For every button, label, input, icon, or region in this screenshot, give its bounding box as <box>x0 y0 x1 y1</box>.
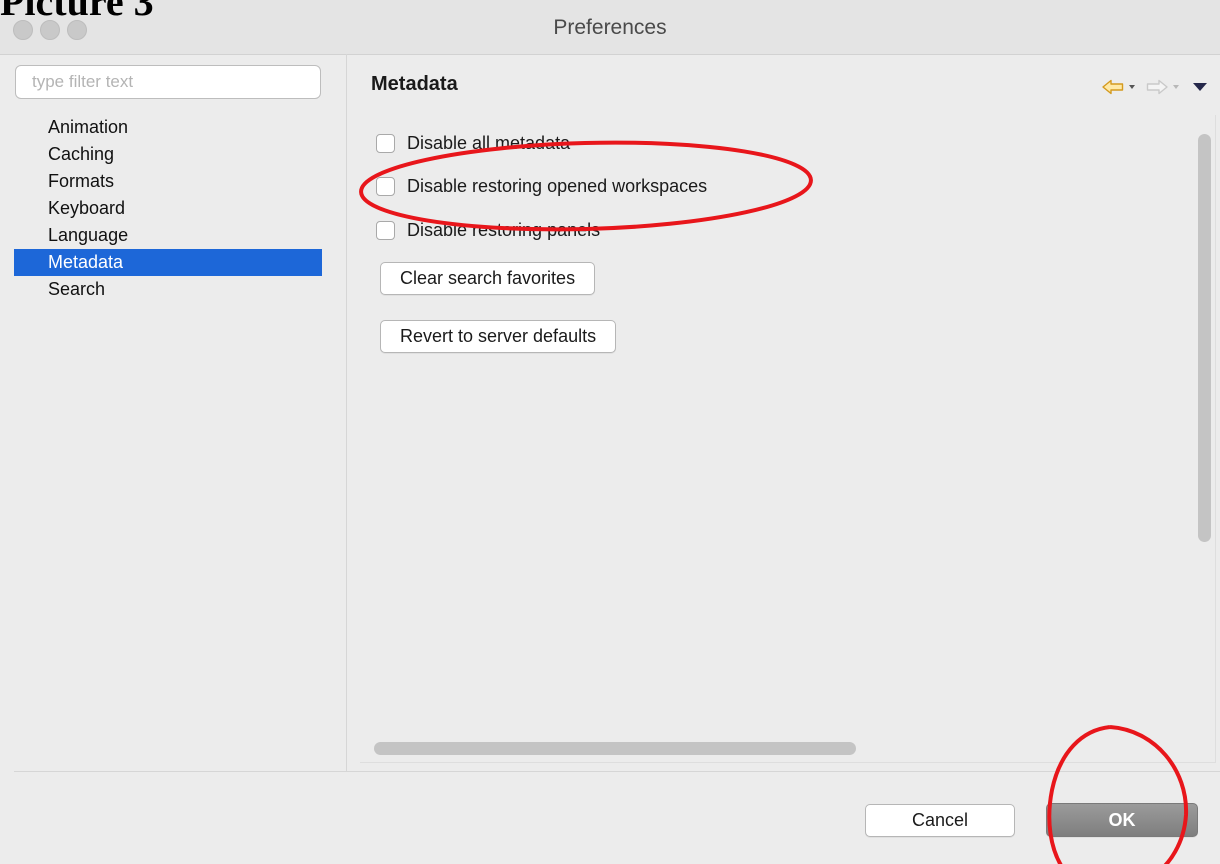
disable-restoring-workspaces-checkbox[interactable] <box>376 176 395 196</box>
option-disable-all-metadata[interactable]: Disable all metadata <box>376 131 570 155</box>
sidebar-item-metadata[interactable]: Metadata <box>14 249 322 276</box>
window-title: Preferences <box>553 16 667 39</box>
option-label: Disable all metadata <box>407 132 571 153</box>
history-toolbar <box>1102 74 1208 100</box>
sidebar-item-keyboard[interactable]: Keyboard <box>14 195 322 222</box>
revert-to-server-defaults-button[interactable]: Revert to server defaults <box>380 320 617 353</box>
sidebar-item-animation[interactable]: Animation <box>14 114 322 141</box>
view-menu-icon[interactable] <box>1192 81 1208 93</box>
horizontal-scrollbar[interactable] <box>370 740 1192 757</box>
pane-divider <box>346 54 347 772</box>
title-bar: Preferences <box>0 0 1220 55</box>
forward-arrow-icon[interactable] <box>1146 79 1168 95</box>
back-arrow-icon[interactable] <box>1102 79 1124 95</box>
picture-caption: Picture 3 <box>0 0 154 24</box>
disable-all-metadata-checkbox[interactable] <box>376 133 395 153</box>
sidebar-item-caching[interactable]: Caching <box>14 141 322 168</box>
forward-menu-icon[interactable] <box>1172 83 1180 91</box>
sidebar-item-formats[interactable]: Formats <box>14 168 322 195</box>
filter-input[interactable] <box>15 65 321 99</box>
option-disable-restoring-panels[interactable]: Disable restoring panels <box>376 218 600 242</box>
metadata-settings-panel <box>360 115 1216 763</box>
sidebar-item-search[interactable]: Search <box>14 276 322 303</box>
page-title: Metadata <box>371 73 458 95</box>
option-disable-restoring-workspaces[interactable]: Disable restoring opened workspaces <box>376 174 707 198</box>
vertical-scroll-thumb[interactable] <box>1198 134 1211 542</box>
vertical-scrollbar[interactable] <box>1195 128 1213 546</box>
preference-category-list: Animation Caching Formats Keyboard Langu… <box>14 114 322 303</box>
preferences-window: Preferences Picture 3 Animation Caching … <box>0 0 1220 864</box>
disable-restoring-panels-checkbox[interactable] <box>376 220 395 240</box>
option-label: Disable restoring panels <box>407 219 601 240</box>
footer-divider <box>14 771 1220 772</box>
option-label: Disable restoring opened workspaces <box>407 175 708 196</box>
back-menu-icon[interactable] <box>1128 83 1136 91</box>
sidebar-item-language[interactable]: Language <box>14 222 322 249</box>
horizontal-scroll-thumb[interactable] <box>374 742 856 755</box>
cancel-button[interactable]: Cancel <box>865 804 1015 837</box>
ok-button[interactable]: OK <box>1046 803 1198 837</box>
clear-search-favorites-button[interactable]: Clear search favorites <box>380 262 596 295</box>
